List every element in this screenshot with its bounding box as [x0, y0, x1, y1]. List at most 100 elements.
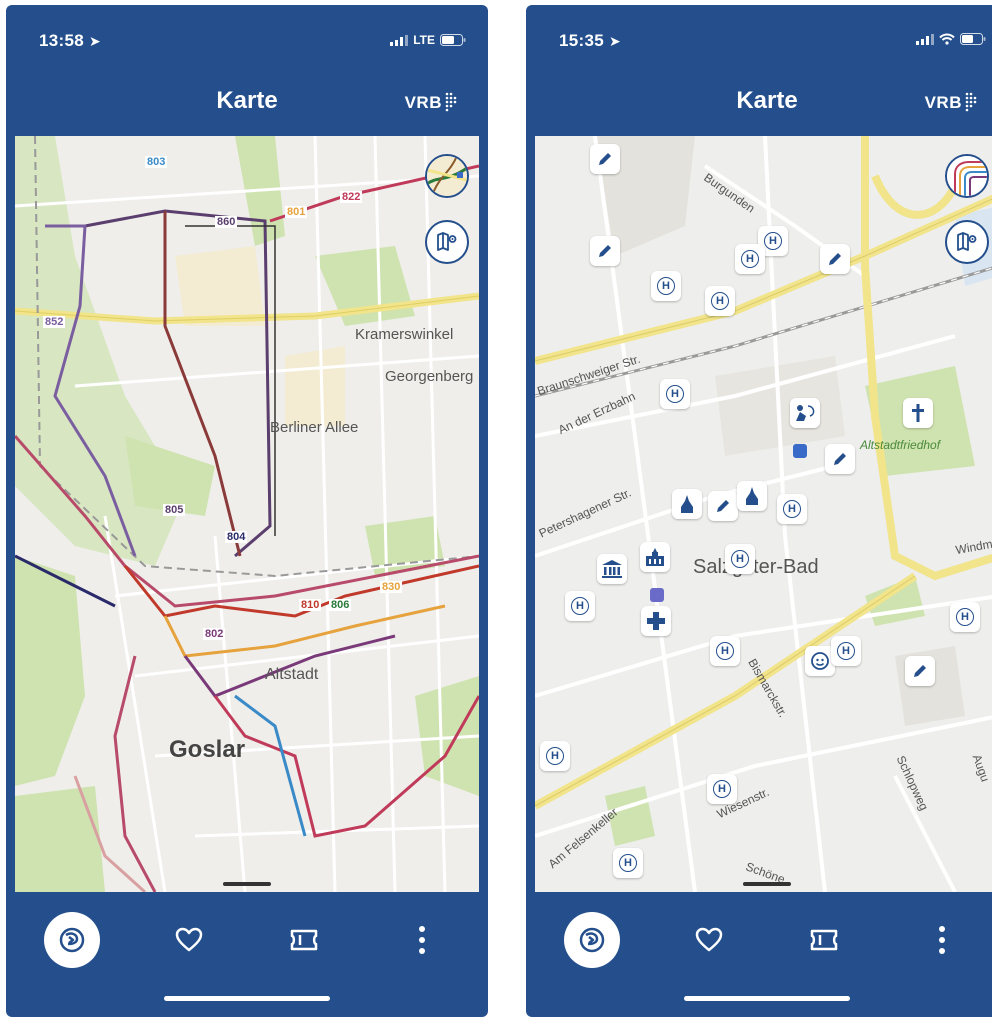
- poi-playground[interactable]: [790, 398, 820, 428]
- route-planner-icon: [59, 927, 85, 953]
- tab-route-planner[interactable]: [44, 912, 100, 968]
- poi-museum[interactable]: [597, 554, 627, 584]
- tab-favorites[interactable]: [161, 912, 217, 968]
- network-type: LTE: [413, 33, 435, 47]
- town-label: Salzgitter-Bad: [693, 556, 819, 578]
- route-label: 822: [340, 191, 363, 203]
- app-header: Karte VRB: [526, 65, 992, 135]
- pencil-icon: [599, 245, 611, 257]
- map-layer-button[interactable]: [945, 154, 989, 198]
- poi-education[interactable]: [820, 244, 850, 274]
- map-view[interactable]: Kramerswinkel Georgenberg Berliner Allee…: [15, 136, 479, 892]
- church-icon: [746, 487, 758, 505]
- map-layer-icon: [947, 156, 987, 196]
- location-arrow-icon: ➤: [609, 33, 622, 49]
- vrb-logo: VRB: [925, 91, 978, 113]
- map-label-place1: Kramerswinkel: [355, 326, 454, 343]
- map-layer-button[interactable]: [425, 154, 469, 198]
- map-label-place2: Georgenberg: [385, 368, 474, 385]
- tab-more[interactable]: [394, 912, 450, 968]
- poi-town-hall[interactable]: [640, 542, 670, 572]
- pencil-icon: [599, 153, 611, 165]
- heart-icon: [695, 927, 723, 952]
- route-label: 803: [145, 156, 168, 168]
- route-label: 810: [299, 599, 322, 611]
- vrb-logo: VRB: [405, 91, 458, 113]
- ticket-icon: [810, 929, 838, 951]
- more-vertical-icon: [419, 926, 425, 954]
- poi-education[interactable]: [708, 491, 738, 521]
- route-label: 801: [285, 206, 308, 218]
- map-settings-button[interactable]: [425, 220, 469, 264]
- battery-icon: [440, 34, 466, 46]
- bus-stop[interactable]: H: [613, 848, 643, 878]
- map-label-street1: Berliner Allee: [270, 419, 359, 436]
- bus-stop[interactable]: H: [735, 244, 765, 274]
- route-label: 860: [215, 216, 238, 228]
- bus-stop[interactable]: H: [565, 591, 595, 621]
- battery-icon: [960, 33, 986, 45]
- vrb-dots-icon: [445, 92, 457, 112]
- poi-cemetery[interactable]: [903, 398, 933, 428]
- bus-stop[interactable]: H: [540, 741, 570, 771]
- pencil-icon: [914, 665, 926, 677]
- poi-education[interactable]: [590, 144, 620, 174]
- poi-education[interactable]: [905, 656, 935, 686]
- bus-stop[interactable]: H: [705, 286, 735, 316]
- poi-small-marker[interactable]: [793, 444, 807, 458]
- tab-more[interactable]: [914, 912, 970, 968]
- heart-icon: [175, 927, 203, 952]
- route-planner-icon: [579, 927, 605, 953]
- bus-stop[interactable]: H: [651, 271, 681, 301]
- bus-stop[interactable]: H: [707, 774, 737, 804]
- poi-small-marker[interactable]: [650, 588, 664, 602]
- poi-education[interactable]: [590, 236, 620, 266]
- page-title: Karte: [736, 87, 798, 114]
- child-icon: [811, 652, 829, 670]
- status-time: 15:35: [559, 31, 604, 50]
- route-label: 806: [329, 599, 352, 611]
- bus-stop[interactable]: H: [831, 636, 861, 666]
- route-label: 805: [163, 504, 186, 516]
- status-bar: 15:35 ➤: [526, 5, 992, 65]
- cemetery-label: Altstadtfriedhof: [860, 438, 941, 452]
- bus-stop[interactable]: H: [660, 379, 690, 409]
- home-indicator: [684, 996, 850, 1001]
- route-label: 852: [43, 316, 66, 328]
- app-header: Karte VRB: [6, 65, 488, 135]
- map-layer-icon: [427, 156, 467, 196]
- map-label-town: Goslar: [169, 736, 246, 763]
- town-hall-icon: [646, 548, 664, 566]
- poi-education[interactable]: [825, 444, 855, 474]
- pencil-icon: [829, 253, 841, 265]
- map-settings-icon: [957, 232, 977, 251]
- bus-stop[interactable]: H: [725, 544, 755, 574]
- ticket-icon: [290, 929, 318, 951]
- poi-hospital[interactable]: [641, 606, 671, 636]
- map-settings-button[interactable]: [945, 220, 989, 264]
- tab-bar: [6, 892, 488, 1017]
- tab-tickets[interactable]: [796, 912, 852, 968]
- poi-church[interactable]: [737, 481, 767, 511]
- playground-icon: [796, 405, 815, 421]
- home-indicator: [164, 996, 330, 1001]
- bus-stop[interactable]: H: [710, 636, 740, 666]
- sheet-handle[interactable]: [223, 882, 271, 886]
- signal-icon: [390, 34, 409, 46]
- pencil-icon: [717, 500, 729, 512]
- map-settings-icon: [437, 232, 457, 251]
- poi-church[interactable]: [672, 489, 702, 519]
- location-arrow-icon: ➤: [89, 33, 102, 49]
- wifi-icon: [939, 33, 955, 45]
- transit-map-canvas[interactable]: [15, 136, 479, 892]
- bus-stop[interactable]: H: [777, 494, 807, 524]
- route-label: 804: [225, 531, 248, 543]
- map-label-district: Altstadt: [265, 666, 319, 683]
- sheet-handle[interactable]: [743, 882, 791, 886]
- tab-favorites[interactable]: [681, 912, 737, 968]
- tab-tickets[interactable]: [276, 912, 332, 968]
- map-view[interactable]: Burgunden Braunschweiger Str. An der Erz…: [535, 136, 992, 892]
- bus-stop[interactable]: H: [950, 602, 980, 632]
- signal-icon: [916, 33, 934, 45]
- tab-route-planner[interactable]: [564, 912, 620, 968]
